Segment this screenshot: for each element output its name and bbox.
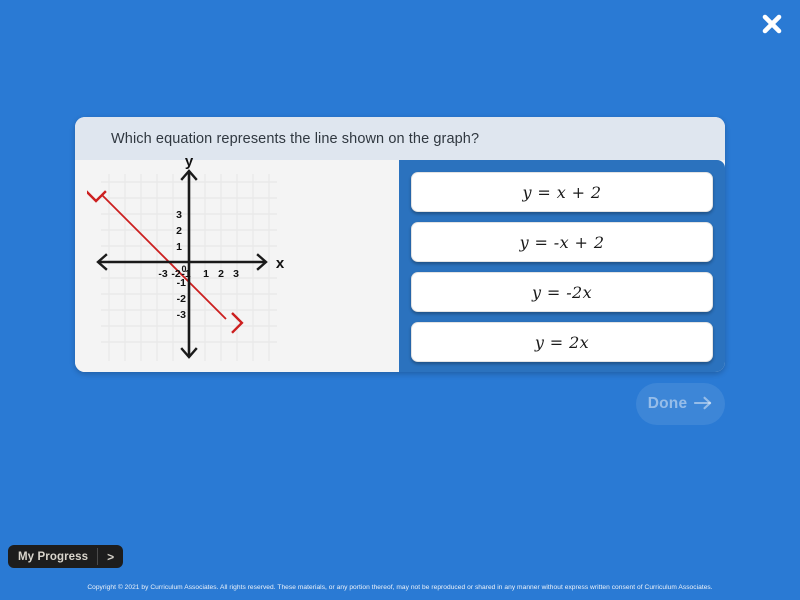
answer-choice-a[interactable]: y = x + 2 <box>411 172 713 212</box>
y-tick--2: -2 <box>177 293 186 305</box>
x-tick-1: 1 <box>203 268 209 280</box>
coordinate-graph: -3 -2 -1 0 1 2 3 3 2 1 -1 -2 -3 y x <box>87 156 387 371</box>
answer-choice-c[interactable]: y = -2x <box>411 272 713 312</box>
question-body: -3 -2 -1 0 1 2 3 3 2 1 -1 -2 -3 y x y = … <box>75 156 725 372</box>
origin-label: 0 <box>181 264 186 274</box>
my-progress-button[interactable]: My Progress > <box>8 545 124 568</box>
y-tick-1: 1 <box>176 241 182 253</box>
done-button[interactable]: Done <box>636 383 725 425</box>
answer-choice-d-label: y = 2x <box>534 332 590 352</box>
copyright-text: Copyright © 2021 by Curriculum Associate… <box>87 583 713 591</box>
my-progress-label: My Progress <box>18 550 89 563</box>
answer-choice-b[interactable]: y = -x + 2 <box>411 222 713 262</box>
done-button-label: Done <box>647 395 688 412</box>
arrow-right-icon <box>694 396 713 413</box>
question-prompt: Which equation represents the line shown… <box>111 130 480 147</box>
close-button[interactable] <box>752 4 792 44</box>
y-axis-label: y <box>185 156 194 170</box>
answer-choices-panel: y = x + 2 y = -x + 2 y = -2x y = 2x <box>399 160 725 372</box>
x-tick-3: 3 <box>233 268 239 280</box>
answer-choice-a-label: y = x + 2 <box>522 182 602 202</box>
question-header: Which equation represents the line shown… <box>75 117 725 160</box>
chevron-right-icon: > <box>107 549 115 564</box>
answer-choice-b-label: y = -x + 2 <box>519 232 605 252</box>
y-tick-3: 3 <box>176 209 182 221</box>
question-card: Which equation represents the line shown… <box>75 117 725 372</box>
x-tick-2: 2 <box>218 268 224 280</box>
answer-choice-d[interactable]: y = 2x <box>411 322 713 362</box>
x-axis-label: x <box>276 255 285 272</box>
y-tick--1: -1 <box>177 277 186 289</box>
answer-choice-c-label: y = -2x <box>531 282 593 302</box>
graph-panel: -3 -2 -1 0 1 2 3 3 2 1 -1 -2 -3 y x <box>75 156 399 372</box>
close-x-icon <box>759 11 785 37</box>
footer: Copyright © 2021 by Curriculum Associate… <box>0 574 800 600</box>
y-tick-2: 2 <box>176 225 182 237</box>
x-tick--3: -3 <box>158 268 167 280</box>
y-tick--3: -3 <box>177 309 186 321</box>
